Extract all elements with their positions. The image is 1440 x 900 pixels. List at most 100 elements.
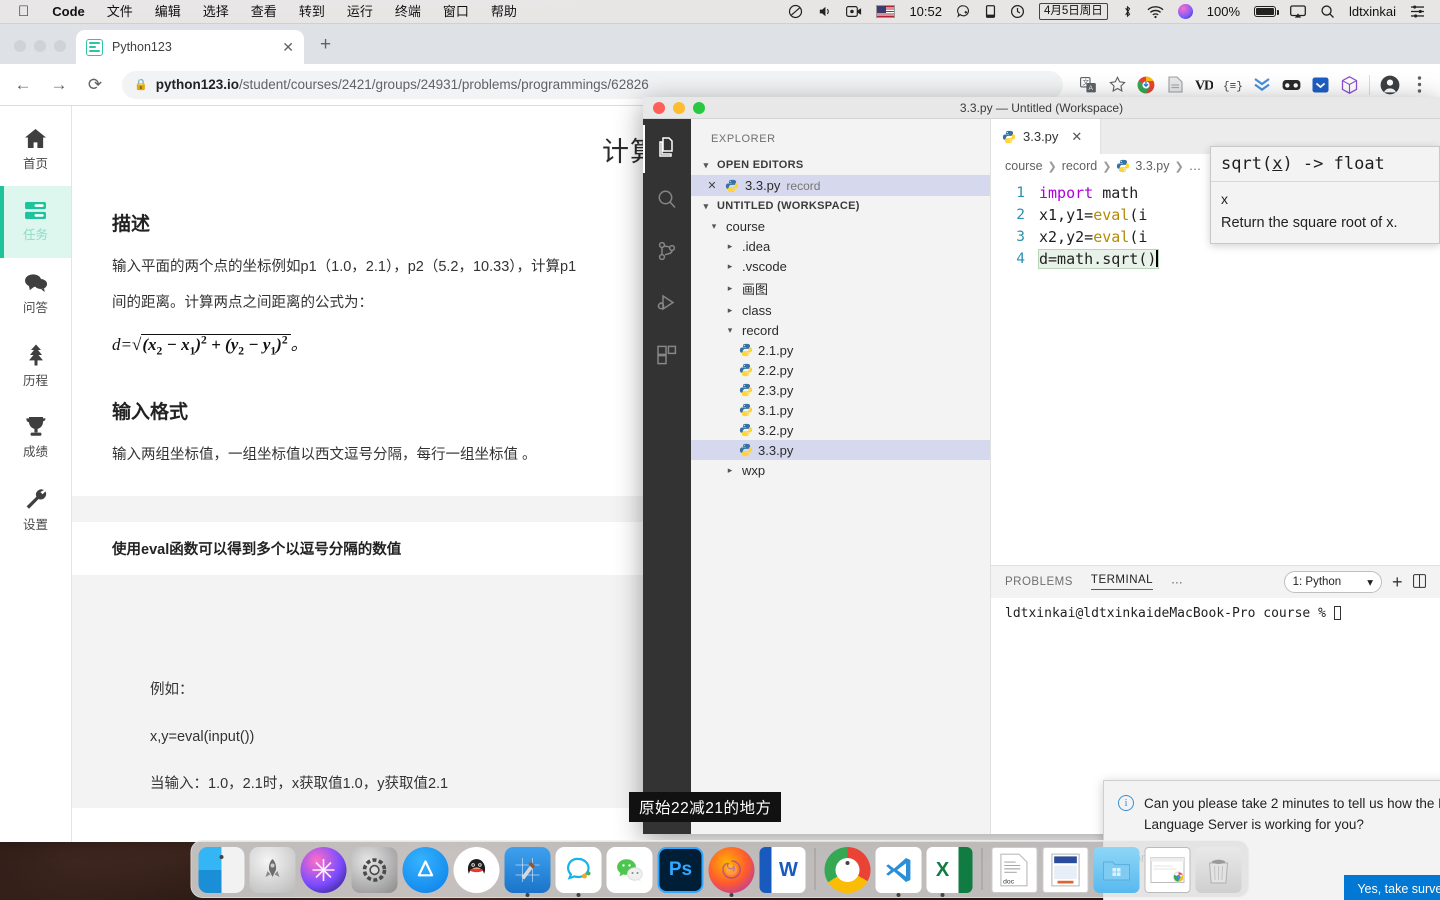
menu-item-view[interactable]: 查看 [240,0,288,24]
close-window-button[interactable] [14,40,26,52]
tree-folder-huatu[interactable]: ▸ 画图 [691,276,990,300]
tree-file-33-selected[interactable]: 3.3.py [691,440,990,460]
menu-clock[interactable]: 10:52 [902,0,949,24]
breadcrumb-course[interactable]: course [1005,159,1043,173]
tree-file-32[interactable]: 3.2.py [691,420,990,440]
extension-cube-icon[interactable] [1336,72,1362,98]
breadcrumb-record[interactable]: record [1062,159,1097,173]
vscode-icon[interactable] [875,847,922,893]
siri-icon[interactable] [1171,4,1200,19]
sidebar-item-grades[interactable]: 成绩 [0,402,71,474]
siri-icon[interactable] [300,847,347,893]
tree-folder-vscode[interactable]: ▸ .vscode [691,256,990,276]
back-button[interactable]: ← [8,70,38,100]
open-editor-item[interactable]: ✕ 3.3.py record [691,175,990,196]
xcode-icon[interactable] [504,847,551,893]
us-flag-icon[interactable] [869,5,902,18]
menu-item-selection[interactable]: 选择 [192,0,240,24]
editor-tab-33py[interactable]: 3.3.py ✕ [991,119,1101,154]
tree-file-22[interactable]: 2.2.py [691,360,990,380]
control-center-icon[interactable] [1403,5,1432,18]
downloads-manager-icon[interactable] [1249,72,1275,98]
time-machine-icon[interactable] [1003,4,1032,19]
downloads-folder-icon[interactable] [1093,847,1140,893]
new-terminal-button[interactable]: + [1392,572,1403,593]
activity-source-control[interactable] [643,229,691,277]
activity-search[interactable] [643,177,691,225]
chrome-menu-icon[interactable] [1406,72,1432,98]
firefox-icon[interactable] [708,847,755,893]
chrome-download-icon[interactable] [1133,72,1159,98]
tree-folder-course[interactable]: ▾ course [691,216,990,236]
menu-item-run[interactable]: 运行 [336,0,384,24]
take-survey-button[interactable]: Yes, take survey now [1344,875,1440,900]
shortcuts-icon[interactable] [949,4,978,19]
menu-item-terminal[interactable]: 终端 [384,0,432,24]
menu-item-file[interactable]: 文件 [96,0,144,24]
tree-file-23[interactable]: 2.3.py [691,380,990,400]
sidebar-item-settings[interactable]: 设置 [0,474,71,546]
apple-menu-icon[interactable]:  [8,1,41,23]
window-preview-icon[interactable] [1144,847,1191,893]
reload-button[interactable]: ⟳ [80,70,110,100]
activity-run-debug[interactable] [643,281,691,329]
pdf-document-icon[interactable] [1042,847,1089,893]
split-terminal-icon[interactable] [1413,573,1426,591]
sidebar-item-home[interactable]: 首页 [0,114,71,186]
photoshop-icon[interactable]: Ps [657,847,704,893]
sidebar-item-tasks[interactable]: 任务 [0,186,71,258]
tab-problems[interactable]: PROBLEMS [1005,576,1073,588]
sidebar-item-progress[interactable]: 历程 [0,330,71,402]
menu-item-window[interactable]: 窗口 [432,0,480,24]
activity-extensions[interactable] [643,333,691,381]
tree-folder-record[interactable]: ▾ record [691,320,990,340]
maximize-window-button[interactable] [54,40,66,52]
airplay-icon[interactable] [1283,4,1313,19]
finder-icon[interactable] [198,847,245,893]
battery-percent[interactable]: 100% [1200,0,1247,24]
trash-icon[interactable] [1195,847,1242,893]
system-preferences-icon[interactable] [351,847,398,893]
menu-app-name[interactable]: Code [41,0,96,24]
wechat-icon[interactable] [606,847,653,893]
close-tab-button[interactable]: ✕ [282,40,294,54]
json-viewer-icon[interactable]: {≡} [1220,72,1246,98]
battery-charging-icon[interactable] [1247,6,1283,17]
launchpad-icon[interactable] [249,847,296,893]
tree-file-21[interactable]: 2.1.py [691,340,990,360]
document-icon[interactable]: doc [991,847,1038,893]
menu-date[interactable]: 4月5日周日 [1032,3,1115,20]
sidebar-item-qa[interactable]: 问答 [0,258,71,330]
panel-more-button[interactable]: ⋯ [1171,575,1183,589]
new-tab-button[interactable]: + [312,34,339,56]
spotlight-search-icon[interactable] [1313,4,1342,19]
menu-item-help[interactable]: 帮助 [480,0,528,24]
breadcrumb-file[interactable]: 3.3.py [1135,159,1169,173]
profile-avatar-icon[interactable] [1377,72,1403,98]
qq-icon[interactable] [453,847,500,893]
vimium-icon[interactable]: VD [1191,72,1217,98]
wifi-icon[interactable] [1140,5,1171,19]
address-bar[interactable]: 🔒 python123.io/student/courses/2421/grou… [122,70,1063,99]
menu-user-name[interactable]: ldtxinkai [1342,0,1403,24]
workspace-section[interactable]: ▾ UNTITLED (WORKSPACE) [691,196,990,216]
tree-folder-idea[interactable]: ▸ .idea [691,236,990,256]
tree-file-31[interactable]: 3.1.py [691,400,990,420]
bookmark-star-icon[interactable] [1104,72,1130,98]
chrome-icon[interactable] [824,847,871,893]
close-tab-icon[interactable]: ✕ [1071,129,1082,145]
terminal-selector[interactable]: 1: Python ▾ [1283,571,1382,593]
do-not-disturb-icon[interactable] [781,4,810,19]
pocket-icon[interactable] [1307,72,1333,98]
open-editors-section[interactable]: ▾ OPEN EDITORS [691,155,990,175]
menu-item-go[interactable]: 转到 [288,0,336,24]
tree-folder-wxp[interactable]: ▸ wxp [691,460,990,480]
window-traffic-lights[interactable] [8,40,76,64]
adblock-icon[interactable] [1278,72,1304,98]
app-store-icon[interactable] [402,847,449,893]
keyboard-icon[interactable] [978,4,1003,19]
volume-icon[interactable] [810,4,839,19]
tab-terminal[interactable]: TERMINAL [1090,574,1154,590]
breadcrumb-more[interactable]: … [1189,159,1202,173]
excel-icon[interactable]: X [926,847,973,893]
